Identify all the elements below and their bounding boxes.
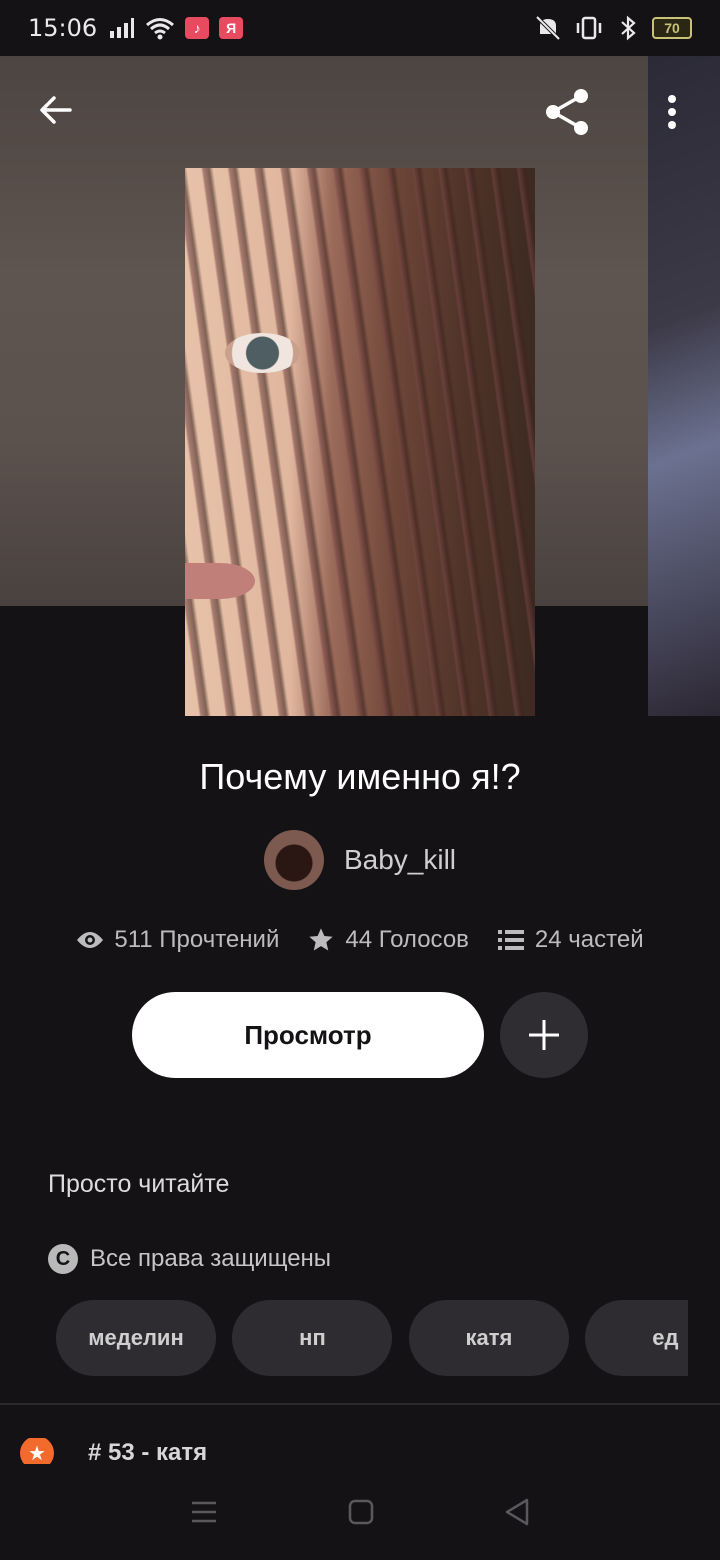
status-right-icons: 70	[534, 15, 692, 41]
yandex-app-badge-icon: Я	[219, 17, 244, 39]
share-icon	[546, 89, 588, 135]
system-navigation-bar	[0, 1464, 720, 1560]
cover-lips-detail	[185, 563, 255, 599]
wifi-icon	[146, 18, 175, 40]
tags-list: меделин нп катя ед	[56, 1300, 688, 1376]
story-cover-image[interactable]	[185, 168, 535, 716]
copyright-text: Все права защищены	[90, 1245, 332, 1272]
section-divider	[0, 1403, 720, 1405]
story-title: Почему именно я!?	[199, 756, 521, 797]
copyright-row: C Все права защищены	[48, 1244, 331, 1274]
top-toolbar	[0, 80, 720, 144]
back-nav-icon[interactable]	[504, 1498, 530, 1526]
signal-icon	[110, 18, 135, 38]
tag-chip[interactable]: катя	[408, 1300, 569, 1376]
home-icon[interactable]	[348, 1499, 374, 1525]
star-icon	[309, 928, 334, 951]
status-time: 15:06	[28, 14, 98, 42]
parts-stat: 24 частей	[497, 926, 644, 954]
author-avatar[interactable]	[263, 830, 324, 890]
more-vertical-icon	[668, 95, 676, 129]
battery-indicator: 70	[652, 17, 692, 39]
reads-count: 511 Прочтений	[114, 926, 280, 953]
bluetooth-icon	[621, 15, 636, 41]
tag-chip[interactable]: нп	[232, 1300, 393, 1376]
parts-count: 24 частей	[534, 926, 644, 953]
reads-stat: 511 Прочтений	[76, 926, 279, 954]
status-left-icons: ♪ Я	[109, 16, 244, 40]
story-description: Просто читайте	[48, 1170, 230, 1198]
eye-icon	[77, 932, 104, 948]
status-bar: 15:06 ♪ Я 70	[0, 0, 720, 56]
plus-icon	[529, 1020, 559, 1050]
more-options-button[interactable]	[650, 88, 694, 136]
share-button[interactable]	[540, 86, 596, 138]
vibrate-icon	[576, 16, 602, 40]
read-button[interactable]: Просмотр	[132, 992, 484, 1078]
mute-bell-icon	[535, 15, 561, 41]
arrow-back-icon	[40, 96, 72, 124]
back-button[interactable]	[34, 88, 78, 132]
cover-eye-detail	[225, 333, 300, 373]
votes-count: 44 Голосов	[345, 926, 469, 953]
list-icon	[497, 930, 524, 950]
recent-apps-icon[interactable]	[190, 1500, 218, 1524]
ranking-text: # 53 - катя	[88, 1439, 208, 1466]
story-stats: 511 Прочтений 44 Голосов 24 частей	[0, 926, 720, 954]
next-cover-preview[interactable]	[648, 56, 720, 716]
tag-chip[interactable]: меделин	[56, 1300, 216, 1376]
tag-chip[interactable]: ед	[585, 1300, 688, 1376]
copyright-icon: C	[48, 1244, 78, 1274]
author-row[interactable]: Baby_kill	[0, 830, 720, 890]
music-app-badge-icon: ♪	[185, 17, 210, 39]
add-to-library-button[interactable]	[500, 992, 588, 1078]
author-name[interactable]: Baby_kill	[344, 844, 456, 876]
votes-stat: 44 Голосов	[307, 926, 469, 954]
